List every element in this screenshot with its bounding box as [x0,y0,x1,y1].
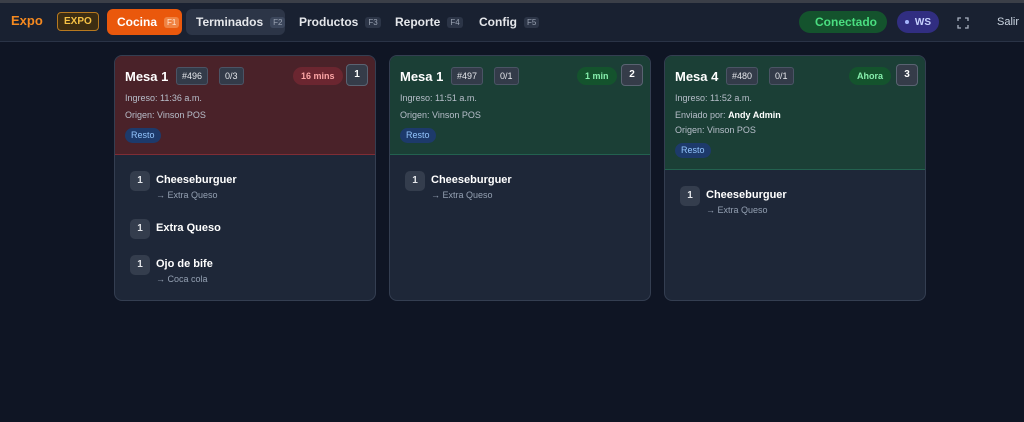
order-id: #480 [726,67,759,85]
elapsed-time-badge: 1 min [577,67,617,85]
ws-dot-icon [905,20,909,24]
item-modifier: → Extra Queso [156,190,218,200]
order-origin: Origen: Vinson POS [675,125,756,135]
table-name: Mesa 1 [400,69,444,84]
order-origin: Origen: Vinson POS [125,110,206,120]
item-quantity: 1 [405,171,425,191]
items-progress: 0/1 [769,67,794,85]
websocket-label: WS [914,16,931,28]
brand-title: Expo [11,13,43,28]
sent-by: Enviado por: Andy Admin [675,110,781,120]
table-name: Mesa 4 [675,69,719,84]
queue-position: 3 [896,64,918,86]
elapsed-time-badge: Ahora [849,67,892,85]
logout-button[interactable]: Salir [997,16,1019,28]
shortcut-key: F3 [365,16,381,28]
queue-position: 1 [346,64,368,86]
shortcut-key: F2 [270,16,286,28]
tab-terminados[interactable]: Terminados F2 [186,9,286,35]
order-card-header: Mesa 4 #480 0/1 Ahora 3 Ingreso: 11:52 a… [665,56,925,170]
order-card[interactable]: Mesa 1 #497 0/1 1 min 2 Ingreso: 11:51 a… [389,55,651,301]
item-modifier: → Extra Queso [431,190,493,200]
order-id: #497 [451,67,484,85]
table-name: Mesa 1 [125,69,169,84]
top-navbar: Expo EXPO Cocina F1 Terminados F2 Produc… [0,3,1024,42]
item-quantity: 1 [130,255,150,275]
station-tag: Resto [400,128,436,143]
received-time: Ingreso: 11:51 a.m. [400,93,477,103]
connection-status-label: Conectado [815,15,878,29]
item-quantity: 1 [130,219,150,239]
queue-position: 2 [621,64,643,86]
item-name: Extra Queso [156,222,221,234]
tab-label: Reporte [395,15,441,29]
order-card-header: Mesa 1 #497 0/1 1 min 2 Ingreso: 11:51 a… [390,56,650,155]
tab-label: Config [479,15,517,29]
tab-reporte[interactable]: Reporte F4 [385,9,465,35]
item-name: Cheeseburguer [706,189,787,201]
order-card-header: Mesa 1 #496 0/3 16 mins 1 Ingreso: 11:36… [115,56,375,155]
item-name: Cheeseburguer [156,174,237,186]
item-name: Ojo de bife [156,258,213,270]
tab-label: Cocina [117,15,158,29]
station-tag: Resto [125,128,161,143]
tab-productos[interactable]: Productos F3 [289,9,381,35]
item-modifier: → Extra Queso [706,205,768,215]
items-progress: 0/1 [494,67,519,85]
received-time: Ingreso: 11:36 a.m. [125,93,202,103]
shortcut-key: F1 [164,16,180,28]
mode-badge: EXPO [57,12,99,31]
station-tag: Resto [675,143,711,158]
order-card[interactable]: Mesa 4 #480 0/1 Ahora 3 Ingreso: 11:52 a… [664,55,926,301]
sent-by-label: Enviado por: [675,110,726,120]
tab-label: Terminados [196,15,264,29]
received-time: Ingreso: 11:52 a.m. [675,93,752,103]
sent-by-user: Andy Admin [728,110,781,120]
items-progress: 0/3 [219,67,244,85]
order-origin: Origen: Vinson POS [400,110,481,120]
tab-cocina[interactable]: Cocina F1 [107,9,182,35]
item-modifier: → Coca cola [156,274,208,284]
tab-config[interactable]: Config F5 [469,9,540,35]
fullscreen-icon[interactable] [957,17,969,29]
item-name: Cheeseburguer [431,174,512,186]
websocket-badge: WS [897,11,939,33]
item-quantity: 1 [130,171,150,191]
elapsed-time-badge: 16 mins [293,67,343,85]
connection-status-badge: Conectado [799,11,887,33]
tab-label: Productos [299,15,359,29]
order-card[interactable]: Mesa 1 #496 0/3 16 mins 1 Ingreso: 11:36… [114,55,376,301]
item-quantity: 1 [680,186,700,206]
shortcut-key: F5 [524,16,540,28]
shortcut-key: F4 [447,16,463,28]
order-id: #496 [176,67,209,85]
